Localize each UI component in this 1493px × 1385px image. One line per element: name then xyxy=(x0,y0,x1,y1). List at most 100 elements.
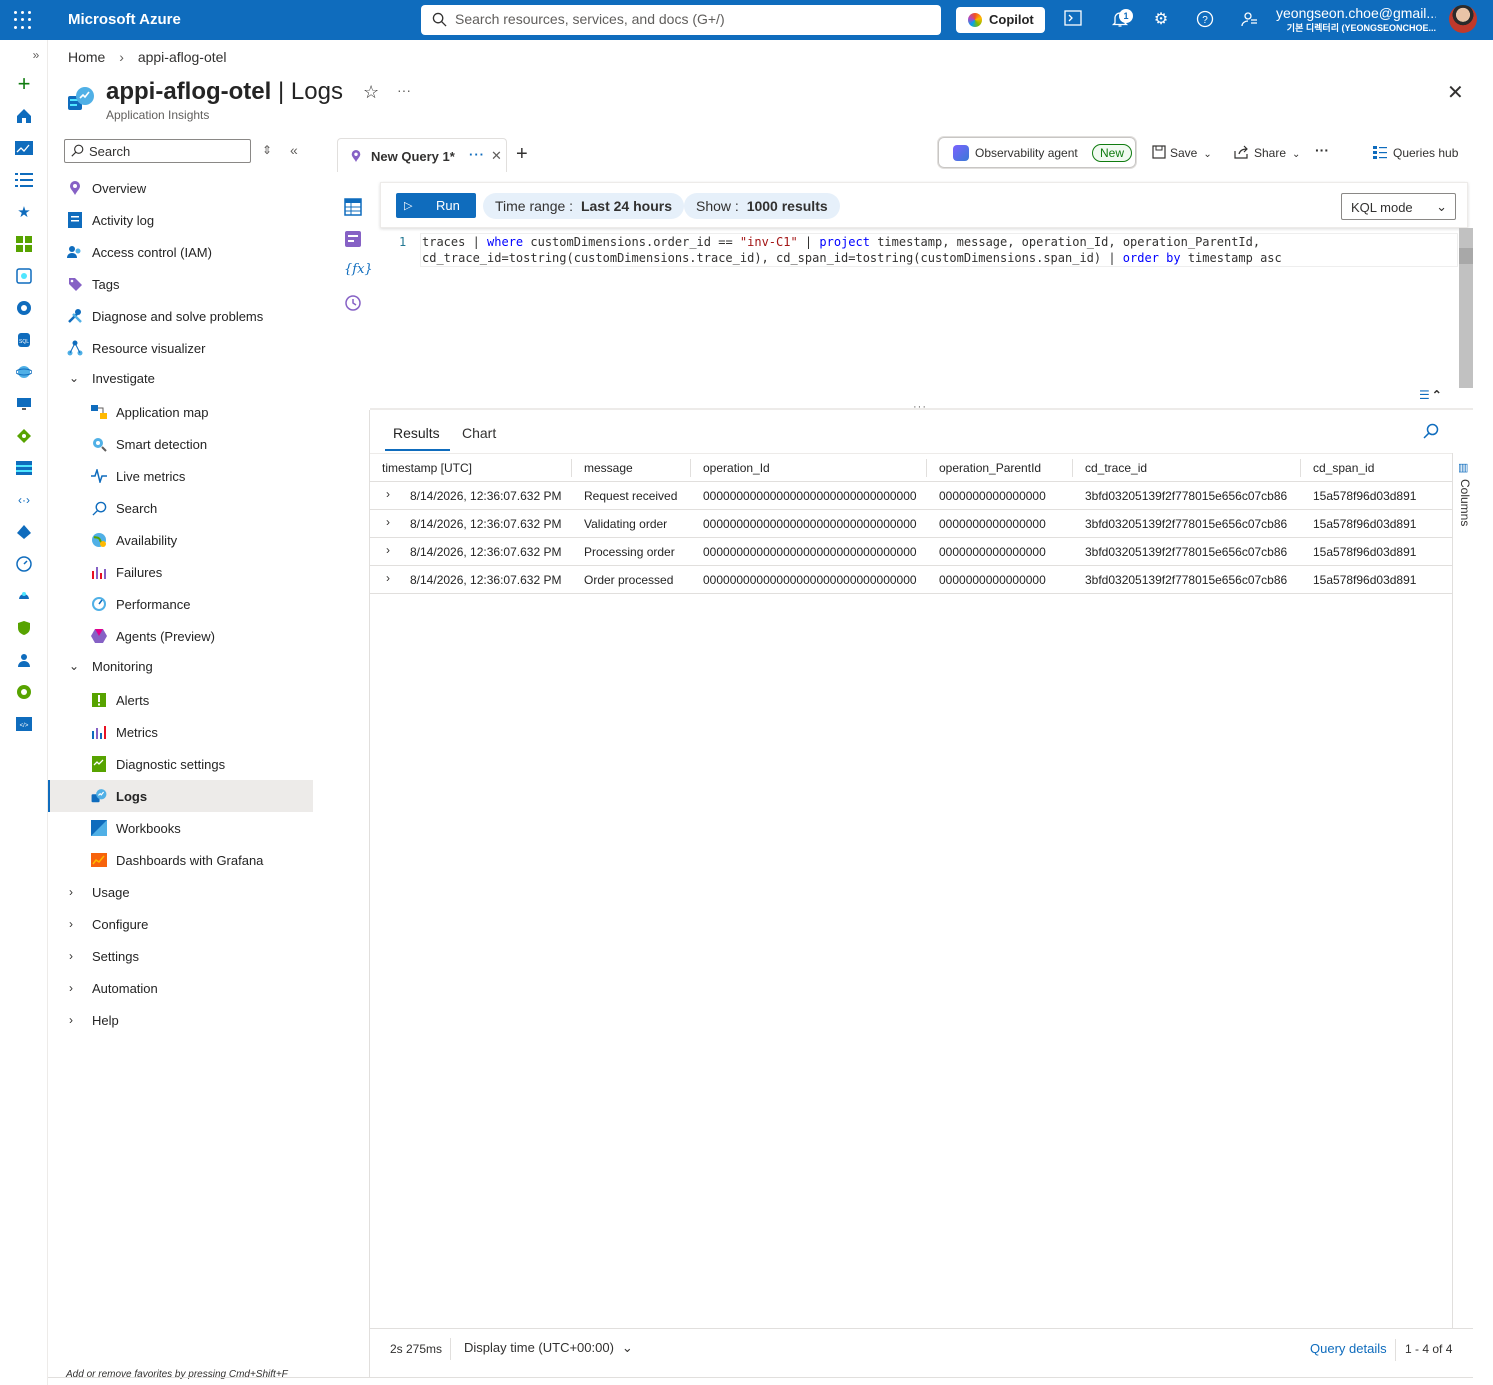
query-history-icon[interactable] xyxy=(344,294,362,312)
results-search-icon[interactable] xyxy=(1423,423,1439,443)
column-header[interactable]: operation_ParentId xyxy=(939,461,1041,475)
settings-gear-icon[interactable]: ⚙ xyxy=(1151,10,1171,30)
resource-groups-icon[interactable] xyxy=(14,267,34,285)
create-resource-icon[interactable]: + xyxy=(14,71,34,96)
cosmos-db-icon[interactable] xyxy=(14,363,34,381)
table-row[interactable]: › 8/14/2026, 12:36:07.632 PM Order proce… xyxy=(370,566,1452,594)
nav-item-grafana[interactable]: Dashboards with Grafana xyxy=(48,844,313,876)
table-row[interactable]: › 8/14/2026, 12:36:07.632 PM Processing … xyxy=(370,538,1452,566)
nav-group-usage[interactable]: › Usage xyxy=(48,876,313,908)
nav-item-resource-visualizer[interactable]: Resource visualizer xyxy=(48,332,313,364)
nav-group-help[interactable]: › Help xyxy=(48,1004,313,1036)
editor-scrollbar-thumb[interactable] xyxy=(1459,248,1473,264)
global-search-input[interactable]: Search resources, services, and docs (G+… xyxy=(421,5,941,35)
tab-new-query[interactable]: New Query 1* ··· ✕ xyxy=(337,138,507,172)
chevron-right-icon[interactable]: › xyxy=(386,515,390,529)
splitter-handle-icon[interactable]: ··· xyxy=(913,401,927,413)
nav-item-failures[interactable]: Failures xyxy=(48,556,313,588)
nav-item-application-map[interactable]: Application map xyxy=(48,396,313,428)
help-icon[interactable]: ? xyxy=(1195,10,1215,30)
nav-group-monitoring[interactable]: ⌄ Monitoring xyxy=(48,652,313,680)
column-divider[interactable] xyxy=(690,459,691,477)
display-time-select[interactable]: Display time (UTC+00:00) ⌄ xyxy=(464,1340,633,1356)
page-more-icon[interactable]: ··· xyxy=(397,82,411,98)
home-icon[interactable] xyxy=(14,107,34,125)
collapse-editor-icon[interactable]: ☰ ⌃ xyxy=(1419,388,1442,402)
column-divider[interactable] xyxy=(1300,459,1301,477)
nav-search-input[interactable]: Search xyxy=(64,139,251,163)
column-header[interactable]: operation_Id xyxy=(703,461,770,475)
brand-title[interactable]: Microsoft Azure xyxy=(68,11,181,28)
cost-management-icon[interactable] xyxy=(14,651,34,669)
app-services-icon[interactable] xyxy=(14,299,34,317)
query-text[interactable]: traces | where customDimensions.order_id… xyxy=(422,234,1432,266)
columns-panel-toggle[interactable]: ▥ Columns xyxy=(1452,453,1473,1328)
favorites-star-icon[interactable]: ★ xyxy=(14,203,34,221)
nav-item-logs[interactable]: Logs xyxy=(48,780,313,812)
functions-icon[interactable]: {fx} xyxy=(344,262,373,280)
new-tab-icon[interactable]: + xyxy=(516,143,528,166)
table-row[interactable]: › 8/14/2026, 12:36:07.632 PM Validating … xyxy=(370,510,1452,538)
tab-chart[interactable]: Chart xyxy=(462,425,496,441)
breadcrumb-home[interactable]: Home xyxy=(68,49,105,65)
dashboard-icon[interactable] xyxy=(14,139,34,157)
table-row[interactable]: › 8/14/2026, 12:36:07.632 PM Request rec… xyxy=(370,482,1452,510)
monitor-icon[interactable] xyxy=(14,555,34,573)
nav-item-smart-detection[interactable]: Smart detection xyxy=(48,428,313,460)
result-limit-picker[interactable]: Show : 1000 results xyxy=(684,193,840,219)
virtual-networks-icon[interactable]: ‹·› xyxy=(14,491,34,509)
column-divider[interactable] xyxy=(1072,459,1073,477)
close-tab-icon[interactable]: ✕ xyxy=(491,148,502,164)
defender-icon[interactable] xyxy=(14,619,34,637)
collapse-nav-icon[interactable]: « xyxy=(290,142,298,158)
favorite-star-icon[interactable]: ☆ xyxy=(363,82,379,103)
nav-item-availability[interactable]: Availability xyxy=(48,524,313,556)
portal-menu-icon[interactable] xyxy=(14,11,32,29)
avatar[interactable] xyxy=(1449,5,1477,33)
nav-item-alerts[interactable]: Alerts xyxy=(48,684,313,716)
nav-item-diagnostic-settings[interactable]: Diagnostic settings xyxy=(48,748,313,780)
storage-accounts-icon[interactable] xyxy=(14,459,34,477)
chevron-right-icon[interactable]: › xyxy=(386,543,390,557)
advisor-icon[interactable] xyxy=(14,587,34,605)
nav-item-metrics[interactable]: Metrics xyxy=(48,716,313,748)
queries-hub-button[interactable]: Queries hub xyxy=(1373,145,1458,160)
load-balancers-icon[interactable] xyxy=(14,427,34,445)
nav-item-agents[interactable]: Agents (Preview) xyxy=(48,620,313,652)
nav-item-search[interactable]: Search xyxy=(48,492,313,524)
nav-item-workbooks[interactable]: Workbooks xyxy=(48,812,313,844)
nav-item-performance[interactable]: Performance xyxy=(48,588,313,620)
chevron-right-icon[interactable]: › xyxy=(386,571,390,585)
run-button[interactable]: ▷ Run xyxy=(396,193,476,218)
query-editor[interactable]: 1 traces | where customDimensions.order_… xyxy=(380,228,1473,408)
nav-group-automation[interactable]: › Automation xyxy=(48,972,313,1004)
chevron-right-icon[interactable]: › xyxy=(386,487,390,501)
toolbar-more-icon[interactable]: ··· xyxy=(1315,142,1329,158)
query-details-link[interactable]: Query details xyxy=(1310,1341,1387,1356)
nav-item-diagnose[interactable]: Diagnose and solve problems xyxy=(48,300,313,332)
feedback-icon[interactable] xyxy=(1239,10,1259,30)
time-range-picker[interactable]: Time range : Last 24 hours xyxy=(483,193,684,219)
tab-more-icon[interactable]: ··· xyxy=(469,147,485,162)
help-support-icon[interactable] xyxy=(14,683,34,701)
observability-agent-button[interactable]: Observability agent New xyxy=(938,137,1136,168)
sort-icon[interactable]: ⇕ xyxy=(262,143,272,157)
copilot-button[interactable]: Copilot xyxy=(956,7,1045,33)
nav-group-settings[interactable]: › Settings xyxy=(48,940,313,972)
column-header[interactable]: timestamp [UTC] xyxy=(382,461,472,475)
saved-queries-icon[interactable] xyxy=(344,230,362,248)
cloud-shell-icon[interactable] xyxy=(1063,10,1083,30)
share-button[interactable]: Share ⌄ xyxy=(1234,145,1300,160)
all-resources-icon[interactable] xyxy=(14,235,34,253)
entra-id-icon[interactable] xyxy=(14,523,34,541)
nav-group-configure[interactable]: › Configure xyxy=(48,908,313,940)
devops-icon[interactable]: </> xyxy=(14,715,34,733)
expand-menu-icon[interactable]: » xyxy=(26,46,46,64)
all-services-icon[interactable] xyxy=(14,171,34,189)
column-header[interactable]: cd_span_id xyxy=(1313,461,1374,475)
nav-item-tags[interactable]: Tags xyxy=(48,268,313,300)
tab-results[interactable]: Results xyxy=(385,425,450,451)
nav-item-live-metrics[interactable]: Live metrics xyxy=(48,460,313,492)
column-divider[interactable] xyxy=(571,459,572,477)
virtual-machines-icon[interactable] xyxy=(14,395,34,413)
